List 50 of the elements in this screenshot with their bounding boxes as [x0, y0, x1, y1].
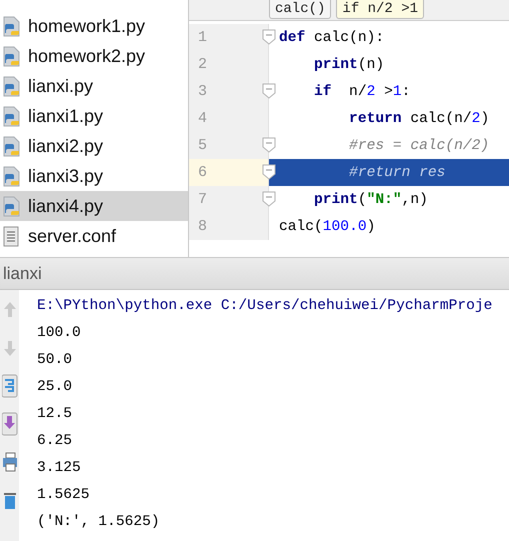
breadcrumb[interactable]: calc() — [269, 0, 332, 19]
file-item[interactable]: lianxi4.py — [0, 191, 188, 221]
run-panel-title: lianxi — [3, 264, 42, 284]
code-line: if n/2 >1: — [313, 82, 412, 102]
line-number: 4 — [198, 110, 208, 127]
file-item[interactable]: server.conf — [0, 221, 188, 251]
python-file-icon — [2, 165, 22, 187]
line-number: 6 — [198, 164, 208, 181]
file-item[interactable]: lianxi3.py — [0, 161, 188, 191]
code-line: #res = calc(n/2) — [348, 136, 490, 156]
line-number: 8 — [198, 218, 208, 235]
fold-marker-icon[interactable] — [262, 164, 276, 180]
fold-marker-icon[interactable] — [262, 191, 276, 207]
console-line: ('N:', 1.5625) — [37, 514, 161, 532]
python-file-icon — [2, 195, 22, 217]
fold-marker-icon[interactable] — [262, 83, 276, 99]
console-line: 25.0 — [37, 379, 74, 397]
file-item[interactable]: lianxi2.py — [0, 131, 188, 161]
file-item[interactable]: lianxi.py — [0, 71, 188, 101]
line-number: 5 — [198, 137, 208, 154]
breadcrumb[interactable]: if n/2 >1 — [336, 0, 424, 19]
scroll-to-end-icon[interactable] — [2, 412, 18, 436]
console-line: 100.0 — [37, 325, 82, 343]
code-line: print("N:",n) — [313, 190, 429, 210]
console-line: 6.25 — [37, 433, 74, 451]
line-number: 3 — [198, 83, 208, 100]
code-line: calc(100.0) — [278, 218, 376, 236]
console-line: 50.0 — [37, 352, 74, 370]
code-line: return calc(n/2) — [348, 110, 490, 128]
line-number: 2 — [198, 56, 208, 73]
file-item[interactable]: lianxi1.py — [0, 101, 188, 131]
console-line: 3.125 — [37, 460, 82, 478]
console-line: E:\PYthon\python.exe C:/Users/chehuiwei/PycharmProje — [37, 298, 494, 316]
python-file-icon — [2, 75, 22, 97]
fold-marker-icon[interactable] — [262, 137, 276, 153]
python-file-icon — [2, 45, 22, 67]
code-line: def calc(n): — [278, 28, 386, 48]
wrap-icon[interactable] — [2, 374, 18, 398]
file-item[interactable]: homework2.py — [0, 41, 188, 71]
console-line: 1.5625 — [37, 487, 91, 505]
print-icon[interactable] — [2, 450, 18, 474]
console-line: 12.5 — [37, 406, 74, 424]
line-number: 1 — [198, 29, 208, 46]
line-number: 7 — [198, 191, 208, 208]
file-item[interactable]: homework1.py — [0, 11, 188, 41]
fold-marker-icon[interactable] — [262, 29, 276, 45]
python-file-icon — [2, 15, 22, 37]
python-file-icon — [2, 105, 22, 127]
code-line: print(n) — [313, 56, 386, 74]
python-file-icon — [2, 135, 22, 157]
